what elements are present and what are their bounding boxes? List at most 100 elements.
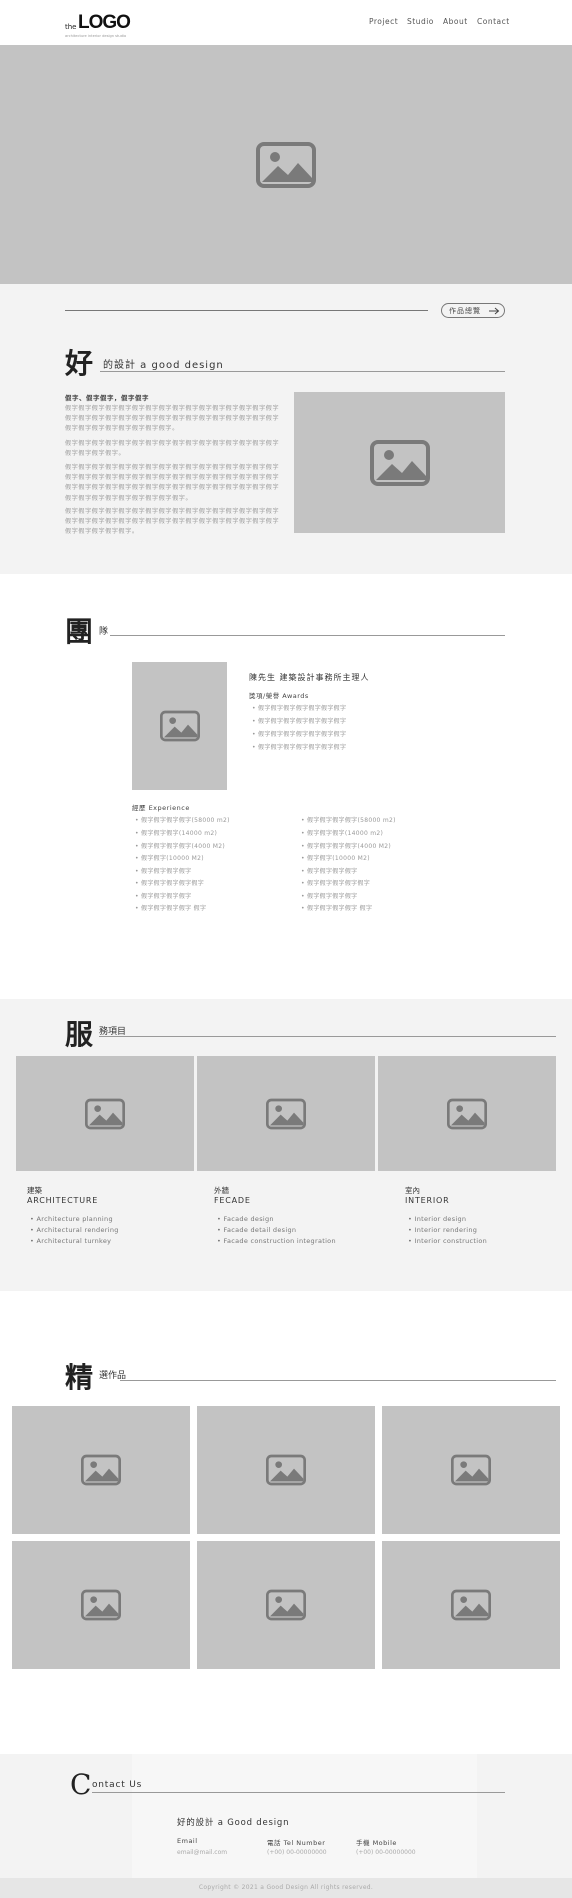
tel-label: 電話 Tel Number bbox=[267, 1839, 326, 1847]
mobile-value[interactable]: (+00) 00-00000000 bbox=[356, 1849, 416, 1856]
exp-left-item: • 假字假字假字假字 假字 bbox=[135, 905, 207, 912]
award-item: • 假字假字假字假字假字假字假字 bbox=[252, 731, 347, 738]
exp-right-item: • 假字假字假字假字 假字 bbox=[301, 905, 373, 912]
works-big-char: 精 bbox=[65, 1361, 94, 1394]
intro-top-line bbox=[65, 310, 428, 311]
image-placeholder-icon bbox=[451, 1589, 491, 1621]
mobile-label: 手機 Mobile bbox=[356, 1839, 397, 1847]
works-overview-label: 作品總覽 bbox=[449, 307, 481, 315]
intro-subtitle: 假字、假字假字，假字假字 bbox=[65, 394, 149, 402]
site-header: the LOGO architecture interior design st… bbox=[0, 0, 572, 45]
image-placeholder-icon bbox=[85, 1098, 125, 1129]
intro-paragraph-2: 假字假字假字假字假字假字假字假字假字假字假字假字假字假字假字假字假字假字假字假字… bbox=[65, 440, 280, 458]
email-label: Email bbox=[177, 1837, 198, 1845]
service-zh: 外牆 bbox=[214, 1186, 229, 1195]
intro-paragraph-1: 假字假字假字假字假字假字假字假字假字假字假字假字假字假字假字假字假字假字假字假字… bbox=[65, 405, 280, 433]
service-image-interior bbox=[378, 1056, 556, 1171]
logo-subtitle: architecture interior design studio bbox=[65, 34, 127, 38]
exp-left-item: • 假字假字假字(14000 m2) bbox=[135, 830, 218, 837]
team-title: 隊 bbox=[99, 627, 109, 637]
team-section: 團 隊 陳先生 建築設計事務所主理人 獎項/榮譽 Awards • 假字假字假字… bbox=[0, 574, 572, 999]
nav-studio[interactable]: Studio bbox=[407, 17, 434, 26]
work-thumbnail[interactable] bbox=[12, 1406, 190, 1534]
service-image-architecture bbox=[16, 1056, 194, 1171]
intro-title: 的設計 a good design bbox=[103, 360, 224, 371]
works-overview-button[interactable]: 作品總覽 bbox=[441, 303, 505, 318]
exp-right-item: • 假字假字假字假字(58000 m2) bbox=[301, 817, 396, 824]
contact-title-line bbox=[92, 1792, 505, 1793]
awards-title: 獎項/榮譽 Awards bbox=[249, 692, 309, 700]
exp-left-item: • 假字假字假字假字(4000 M2) bbox=[135, 843, 225, 850]
logo-the: the bbox=[65, 23, 77, 31]
work-thumbnail[interactable] bbox=[12, 1541, 190, 1669]
copyright-text: Copyright © 2021 a Good Design All right… bbox=[198, 1884, 374, 1891]
award-item: • 假字假字假字假字假字假字假字 bbox=[252, 744, 347, 751]
service-item: • Interior design bbox=[408, 1215, 467, 1223]
nav-contact[interactable]: Contact bbox=[477, 17, 510, 26]
nav-project[interactable]: Project bbox=[369, 17, 398, 26]
service-item: • Facade construction integration bbox=[217, 1237, 336, 1245]
service-en: ARCHITECTURE bbox=[27, 1196, 99, 1205]
image-placeholder-icon bbox=[266, 1454, 306, 1486]
exp-right-item: • 假字假字假字(14000 m2) bbox=[301, 830, 384, 837]
team-big-char: 團 bbox=[65, 615, 94, 648]
service-en: INTERIOR bbox=[405, 1196, 450, 1205]
team-title-line bbox=[110, 635, 505, 636]
work-thumbnail[interactable] bbox=[382, 1406, 560, 1534]
work-thumbnail[interactable] bbox=[197, 1406, 375, 1534]
image-placeholder-icon bbox=[81, 1454, 121, 1486]
work-thumbnail[interactable] bbox=[197, 1541, 375, 1669]
intro-image bbox=[294, 392, 505, 533]
service-zh: 建築 bbox=[27, 1186, 42, 1195]
nav-about[interactable]: About bbox=[443, 17, 468, 26]
services-section: 服 務項目 建築 ARCHITECTURE • Architecture pla… bbox=[0, 999, 572, 1291]
service-item: • Interior rendering bbox=[408, 1226, 478, 1234]
exp-left-item: • 假字假字假字假字 bbox=[135, 868, 192, 875]
image-placeholder-icon bbox=[81, 1589, 121, 1621]
intro-title-line bbox=[100, 371, 505, 372]
service-item: • Architecture planning bbox=[30, 1215, 113, 1223]
service-item: • Interior construction bbox=[408, 1237, 488, 1245]
intro-section: 作品總覽 好 的設計 a good design 假字、假字假字，假字假字 假字… bbox=[0, 284, 572, 574]
exp-right-item: • 假字假字假字假字 bbox=[301, 893, 358, 900]
intro-paragraph-3: 假字假字假字假字假字假字假字假字假字假字假字假字假字假字假字假字假字假字假字假字… bbox=[65, 464, 280, 502]
tel-value[interactable]: (+00) 00-00000000 bbox=[267, 1849, 327, 1856]
service-item: • Architectural rendering bbox=[30, 1226, 119, 1234]
image-placeholder-icon bbox=[369, 439, 430, 486]
service-item: • Architectural turnkey bbox=[30, 1237, 112, 1245]
experience-title: 經歷 Experience bbox=[132, 804, 190, 812]
hero-image bbox=[0, 45, 572, 284]
team-member-name: 陳先生 建築設計事務所主理人 bbox=[249, 673, 370, 682]
arrow-right-icon bbox=[489, 307, 500, 315]
exp-right-item: • 假字假字假字假字 bbox=[301, 868, 358, 875]
exp-right-item: • 假字假字(10000 M2) bbox=[301, 855, 370, 862]
logo-main: LOGO bbox=[78, 12, 131, 33]
service-zh: 室內 bbox=[405, 1186, 420, 1195]
image-placeholder-icon bbox=[451, 1454, 491, 1486]
service-item: • Facade detail design bbox=[217, 1226, 297, 1234]
exp-right-item: • 假字假字假字假字(4000 M2) bbox=[301, 843, 391, 850]
services-big-char: 服 bbox=[65, 1018, 94, 1051]
contact-big-char: C bbox=[70, 1768, 92, 1801]
footer-bar: Copyright © 2021 a Good Design All right… bbox=[0, 1878, 572, 1898]
image-placeholder-icon bbox=[256, 141, 316, 188]
team-portrait bbox=[132, 662, 227, 790]
intro-paragraph-4: 假字假字假字假字假字假字假字假字假字假字假字假字假字假字假字假字假字假字假字假字… bbox=[65, 508, 280, 536]
contact-title: ontact Us bbox=[92, 1780, 143, 1790]
email-value[interactable]: email@mail.com bbox=[177, 1849, 227, 1856]
exp-left-item: • 假字假字假字假字假字 bbox=[135, 880, 205, 887]
intro-big-char: 好 bbox=[65, 347, 94, 380]
image-placeholder-icon bbox=[266, 1589, 306, 1621]
services-title-line bbox=[99, 1036, 556, 1037]
exp-left-item: • 假字假字假字假字(58000 m2) bbox=[135, 817, 230, 824]
works-title-line bbox=[120, 1380, 556, 1381]
service-item: • Facade design bbox=[217, 1215, 274, 1223]
award-item: • 假字假字假字假字假字假字假字 bbox=[252, 718, 347, 725]
logo[interactable]: the LOGO architecture interior design st… bbox=[65, 12, 155, 40]
image-placeholder-icon bbox=[266, 1098, 306, 1129]
work-thumbnail[interactable] bbox=[382, 1541, 560, 1669]
exp-right-item: • 假字假字假字假字假字 bbox=[301, 880, 371, 887]
contact-company: 好的設計 a Good design bbox=[177, 1818, 290, 1828]
contact-section: C ontact Us 好的設計 a Good design Email ema… bbox=[0, 1754, 572, 1878]
image-placeholder-icon bbox=[447, 1098, 487, 1129]
